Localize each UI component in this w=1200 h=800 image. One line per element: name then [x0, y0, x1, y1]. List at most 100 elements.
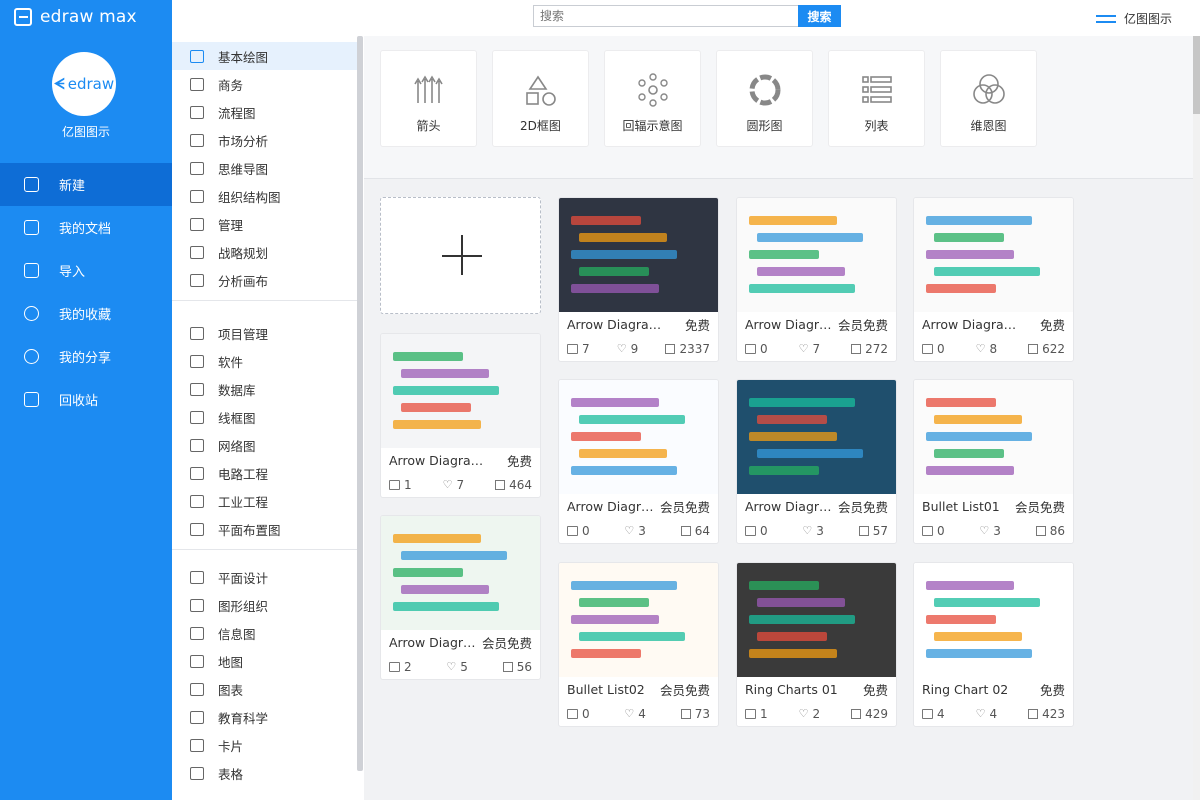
template-thumbnail[interactable] — [381, 334, 540, 448]
template-name[interactable]: Bullet List01 — [922, 499, 1000, 514]
app-logo[interactable]: edraw max — [14, 6, 137, 28]
type-card-list[interactable]: 列表 — [828, 50, 925, 147]
category-network[interactable]: 网络图 — [172, 431, 357, 459]
likes-stat[interactable]: 1 — [389, 478, 412, 492]
type-card-circular[interactable]: 圆形图 — [716, 50, 813, 147]
nav-item-favorites[interactable]: 我的收藏 — [0, 292, 172, 335]
template-thumbnail[interactable] — [914, 198, 1073, 312]
template-name[interactable]: Arrow Diagram 25 — [745, 499, 838, 514]
main-scrollbar[interactable] — [1193, 36, 1200, 800]
template-card[interactable]: Ring Chart 02 免费 4 ♡ 4 423 — [913, 562, 1074, 727]
category-flowchart[interactable]: 流程图 — [172, 98, 357, 126]
favs-stat[interactable]: ♡ 4 — [976, 707, 998, 721]
favs-stat[interactable]: ♡ 4 — [624, 707, 646, 721]
category-graphic-org[interactable]: 图形组织 — [172, 591, 357, 619]
category-scrollbar[interactable] — [357, 36, 363, 771]
category-bar-chart[interactable]: 市场分析 — [172, 126, 357, 154]
copies-stat[interactable]: 272 — [851, 342, 888, 356]
template-thumbnail[interactable] — [559, 380, 718, 494]
favs-stat[interactable]: ♡ 9 — [617, 342, 639, 356]
category-org-chart[interactable]: 组织结构图 — [172, 182, 357, 210]
search-button[interactable]: 搜索 — [798, 5, 841, 27]
likes-stat[interactable]: 0 — [567, 524, 590, 538]
template-thumbnail[interactable] — [381, 516, 540, 630]
template-thumbnail[interactable] — [737, 380, 896, 494]
likes-stat[interactable]: 2 — [389, 660, 412, 674]
nav-item-shares[interactable]: 我的分享 — [0, 335, 172, 378]
template-name[interactable]: Ring Charts 01 — [745, 682, 838, 697]
search-input[interactable] — [533, 5, 799, 27]
category-industry[interactable]: 工业工程 — [172, 487, 357, 515]
copies-stat[interactable]: 2337 — [665, 342, 710, 356]
copies-stat[interactable]: 423 — [1028, 707, 1065, 721]
new-blank-button[interactable] — [380, 197, 541, 314]
category-basic-drawing[interactable]: 基本绘图 — [172, 42, 357, 70]
avatar[interactable]: ᗕ edraw — [52, 52, 116, 116]
template-thumbnail[interactable] — [737, 563, 896, 677]
likes-stat[interactable]: 0 — [745, 342, 768, 356]
copies-stat[interactable]: 56 — [502, 660, 532, 674]
template-card[interactable]: Arrow Diagram 22 免费 0 ♡8 622 — [913, 197, 1074, 362]
category-chart[interactable]: 图表 — [172, 675, 357, 703]
likes-stat[interactable]: 0 — [567, 707, 590, 721]
category-gear-people[interactable]: 管理 — [172, 210, 357, 238]
category-card[interactable]: 卡片 — [172, 731, 357, 759]
category-table[interactable]: 表格 — [172, 759, 357, 787]
template-card[interactable]: Ring Charts 01 免费 1 ♡ 2 429 — [736, 562, 897, 727]
favs-stat[interactable]: ♡ 3 — [979, 524, 1001, 538]
favs-stat[interactable]: ♡ 3 — [802, 524, 824, 538]
nav-item-new[interactable]: 新建 — [0, 163, 172, 206]
category-canvas[interactable]: 分析画布 — [172, 266, 357, 294]
category-project[interactable]: 项目管理 — [172, 319, 357, 347]
favs-stat[interactable]: ♡ 5 — [446, 660, 468, 674]
copies-stat[interactable]: 429 — [851, 707, 888, 721]
favs-stat[interactable]: ♡ 7 — [443, 478, 465, 492]
category-database[interactable]: 数据库 — [172, 375, 357, 403]
template-card[interactable]: Arrow Diagram 24会员免费 0 ♡3 64 — [558, 379, 719, 544]
likes-stat[interactable]: 7 — [567, 342, 590, 356]
template-card[interactable]: Arrow Diagram 21会员免费 0 ♡7 272 — [736, 197, 897, 362]
nav-item-import[interactable]: 导入 — [0, 249, 172, 292]
copies-stat[interactable]: 464 — [495, 478, 532, 492]
copies-stat[interactable]: 57 — [858, 524, 888, 538]
type-card-shapes-2d[interactable]: 2D框图 — [492, 50, 589, 147]
copies-stat[interactable]: 86 — [1035, 524, 1065, 538]
template-thumbnail[interactable] — [737, 198, 896, 312]
favs-stat[interactable]: ♡ 3 — [624, 524, 646, 538]
template-name[interactable]: Bullet List02 — [567, 682, 645, 697]
template-name[interactable]: Ring Chart 02 — [922, 682, 1008, 697]
category-education[interactable]: 教育科学 — [172, 703, 357, 731]
likes-stat[interactable]: 0 — [745, 524, 768, 538]
favs-stat[interactable]: ♡ 7 — [799, 342, 821, 356]
template-card[interactable]: Bullet List01 会员免费 0 ♡ 3 86 — [913, 379, 1074, 544]
template-name[interactable]: Arrow Diagram 24 — [567, 499, 660, 514]
template-thumbnail[interactable] — [914, 380, 1073, 494]
template-card[interactable]: Arrow Diagram 25会员免费 0 ♡3 57 — [736, 379, 897, 544]
category-wireframe[interactable]: 线框图 — [172, 403, 357, 431]
category-strategy[interactable]: 战略规划 — [172, 238, 357, 266]
category-infographic[interactable]: 信息图 — [172, 619, 357, 647]
favs-stat[interactable]: ♡ 2 — [799, 707, 821, 721]
category-software[interactable]: 软件 — [172, 347, 357, 375]
type-card-radial[interactable]: 回辐示意图 — [604, 50, 701, 147]
likes-stat[interactable]: 0 — [922, 342, 945, 356]
favs-stat[interactable]: ♡ 8 — [976, 342, 998, 356]
template-name[interactable]: Arrow Diagram 23 — [389, 453, 485, 468]
template-thumbnail[interactable] — [559, 563, 718, 677]
copies-stat[interactable]: 73 — [680, 707, 710, 721]
likes-stat[interactable]: 1 — [745, 707, 768, 721]
template-card[interactable]: Bullet List02 会员免费 0 ♡ 4 73 — [558, 562, 719, 727]
copies-stat[interactable]: 64 — [680, 524, 710, 538]
template-thumbnail[interactable] — [559, 198, 718, 312]
category-map-pin[interactable]: 地图 — [172, 647, 357, 675]
category-briefcase[interactable]: 商务 — [172, 70, 357, 98]
template-name[interactable]: Arrow Diagram 21 — [745, 317, 838, 332]
template-card[interactable]: Arrow Diagram 26会员免费 2 ♡5 56 — [380, 515, 541, 680]
type-card-venn[interactable]: 维恩图 — [940, 50, 1037, 147]
template-card[interactable]: Arrow Diagram 23 免费 1 ♡7 464 — [380, 333, 541, 498]
likes-stat[interactable]: 4 — [922, 707, 945, 721]
nav-item-trash[interactable]: 回收站 — [0, 378, 172, 421]
category-graphic-design[interactable]: 平面设计 — [172, 563, 357, 591]
template-name[interactable]: Arrow Diagram 22 — [922, 317, 1018, 332]
type-card-arrows[interactable]: 箭头 — [380, 50, 477, 147]
